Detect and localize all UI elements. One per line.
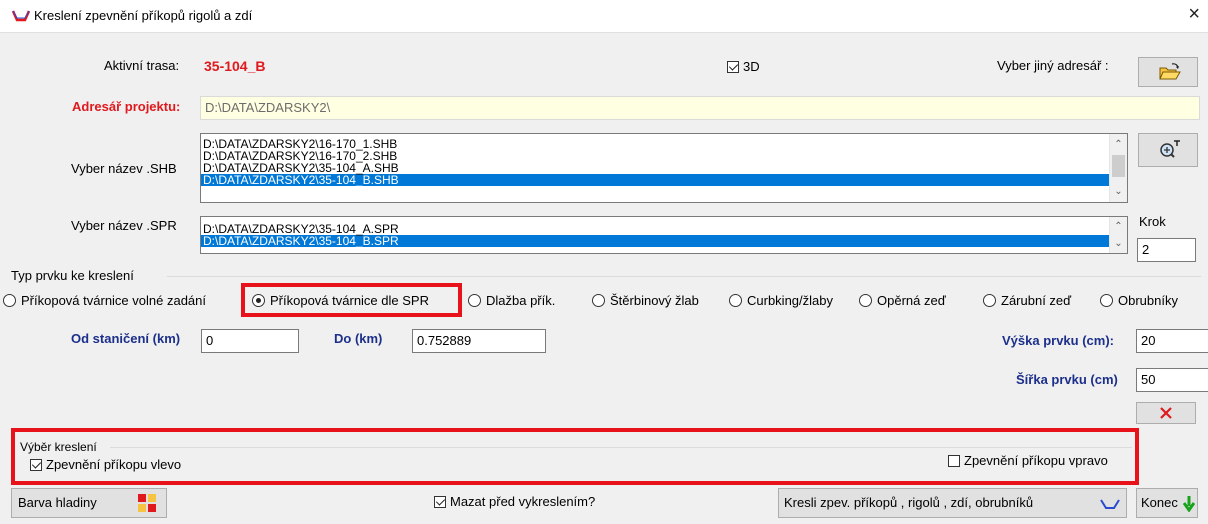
ditch-profile-icon — [1100, 499, 1120, 509]
radio-label: Curbking/žlaby — [747, 293, 833, 308]
zoom-button[interactable] — [1138, 133, 1198, 167]
from-station-label: Od staničení (km) — [71, 331, 181, 346]
color-palette-icon — [138, 494, 156, 512]
radio-curbs[interactable]: Obrubníky — [1100, 293, 1178, 308]
height-field[interactable]: 20 — [1136, 329, 1208, 353]
checkbox-erase-before-box[interactable] — [434, 496, 446, 508]
radio-revetment-wall-dot[interactable] — [983, 294, 996, 307]
checkbox-left-ditch[interactable]: Zpevnění příkopu vlevo — [30, 457, 181, 472]
open-folder-icon — [1159, 63, 1181, 80]
scroll-up-icon[interactable]: ⌃ — [1110, 218, 1127, 235]
checkbox-3d-label: 3D — [743, 59, 760, 74]
spr-item-selected[interactable]: D:\DATA\ZDARSKY2\35-104_B.SPR — [201, 235, 1127, 247]
checkbox-erase-before[interactable]: Mazat před vykreslením? — [434, 494, 595, 509]
radio-slot-drain-dot[interactable] — [592, 294, 605, 307]
spr-listbox[interactable]: D:\DATA\ZDARSKY2\35-104_A.SPR D:\DATA\ZD… — [200, 216, 1128, 254]
scroll-down-icon[interactable]: ⌄ — [1110, 235, 1127, 252]
layer-color-button[interactable]: Barva hladiny — [11, 488, 167, 518]
radio-curbking[interactable]: Curbking/žlaby — [729, 293, 833, 308]
radio-label: Obrubníky — [1118, 293, 1178, 308]
to-station-label: Do (km) — [334, 331, 383, 346]
checkbox-left-ditch-box[interactable] — [30, 459, 42, 471]
from-station-field[interactable]: 0 — [201, 329, 299, 353]
shb-listbox[interactable]: D:\DATA\ZDARSKY2\16-170_1.SHB D:\DATA\ZD… — [200, 133, 1128, 203]
project-dir-field[interactable]: D:\DATA\ZDARSKY2\ — [200, 96, 1200, 120]
checkbox-left-ditch-label: Zpevnění příkopu vlevo — [46, 457, 182, 472]
radio-curbking-dot[interactable] — [729, 294, 742, 307]
title-bar: Kreslení zpevnění příkopů rigolů a zdí × — [0, 0, 1208, 33]
close-icon[interactable]: × — [1188, 4, 1200, 24]
app-logo-icon — [12, 10, 30, 22]
active-route-label: Aktivní trasa: — [104, 58, 180, 73]
end-button-label: Konec — [1141, 495, 1178, 510]
radio-free-input-dot[interactable] — [3, 294, 16, 307]
width-label: Šířka prvku (cm) — [1016, 372, 1118, 387]
radio-label: Dlažba přík. — [486, 293, 556, 308]
dialog-client: Aktivní trasa: 35-104_B 3D Vyber jiný ad… — [0, 33, 1208, 524]
green-down-arrow-icon — [1183, 496, 1195, 512]
choose-dir-button[interactable] — [1138, 57, 1198, 87]
group-divider — [167, 276, 1201, 277]
radio-slot-drain[interactable]: Štěrbinový žlab — [592, 293, 699, 308]
spr-label: Vyber název .SPR — [71, 218, 177, 233]
radio-revetment-wall[interactable]: Zárubní zeď — [983, 293, 1071, 308]
choose-dir-label: Vyber jiný adresář : — [997, 58, 1109, 73]
height-label: Výška prvku (cm): — [1002, 333, 1114, 348]
highlight-box-spr — [241, 283, 462, 317]
window-title: Kreslení zpevnění příkopů rigolů a zdí — [34, 8, 253, 23]
active-route-value: 35-104_B — [204, 58, 266, 74]
radio-paving[interactable]: Dlažba přík. — [468, 293, 555, 308]
draw-button-label: Kresli zpev. příkopů , rigolů , zdí, obr… — [784, 495, 1034, 510]
shb-item-selected[interactable]: D:\DATA\ZDARSKY2\35-104_B.SHB — [201, 174, 1127, 186]
checkbox-3d[interactable]: 3D — [727, 59, 760, 74]
element-type-label: Typ prvku ke kreslení — [11, 268, 134, 283]
checkbox-right-ditch[interactable]: Zpevnění příkopu vpravo — [948, 453, 1108, 468]
draw-button[interactable]: Kresli zpev. příkopů , rigolů , zdí, obr… — [778, 488, 1127, 518]
project-dir-label: Adresář projektu: — [72, 99, 181, 114]
checkbox-3d-box[interactable] — [727, 61, 739, 73]
radio-label: Příkopová tvárnice volné zadání — [21, 293, 206, 308]
group-divider — [110, 447, 1132, 448]
step-label: Krok — [1139, 214, 1166, 229]
checkbox-right-ditch-label: Zpevnění příkopu vpravo — [964, 453, 1108, 468]
scroll-thumb[interactable] — [1112, 155, 1125, 177]
shb-label: Vyber název .SHB — [71, 161, 177, 176]
step-field[interactable]: 2 — [1137, 238, 1196, 262]
to-station-field[interactable]: 0.752889 — [412, 329, 546, 353]
radio-retaining-wall[interactable]: Opěrná zeď — [859, 293, 946, 308]
radio-free-input[interactable]: Příkopová tvárnice volné zadání — [3, 293, 206, 308]
end-button[interactable]: Konec — [1136, 488, 1198, 518]
scroll-down-icon[interactable]: ⌄ — [1110, 183, 1127, 200]
radio-label: Zárubní zeď — [1001, 293, 1072, 308]
checkbox-right-ditch-box[interactable] — [948, 455, 960, 467]
radio-paving-dot[interactable] — [468, 294, 481, 307]
spr-scrollbar[interactable]: ⌃ ⌄ — [1109, 217, 1127, 253]
width-field[interactable]: 50 — [1136, 368, 1208, 392]
layer-color-label: Barva hladiny — [18, 495, 97, 510]
radio-label: Štěrbinový žlab — [610, 293, 699, 308]
radio-label: Opěrná zeď — [877, 293, 946, 308]
radio-retaining-wall-dot[interactable] — [859, 294, 872, 307]
magnifier-icon — [1160, 140, 1180, 158]
cancel-button[interactable] — [1136, 402, 1196, 424]
shb-scrollbar[interactable]: ⌃ ⌄ — [1109, 134, 1127, 202]
checkbox-erase-before-label: Mazat před vykreslením? — [450, 494, 596, 509]
red-x-icon — [1160, 407, 1172, 419]
radio-curbs-dot[interactable] — [1100, 294, 1113, 307]
scroll-up-icon[interactable]: ⌃ — [1110, 136, 1127, 153]
draw-select-label: Výběr kreslení — [20, 440, 97, 454]
